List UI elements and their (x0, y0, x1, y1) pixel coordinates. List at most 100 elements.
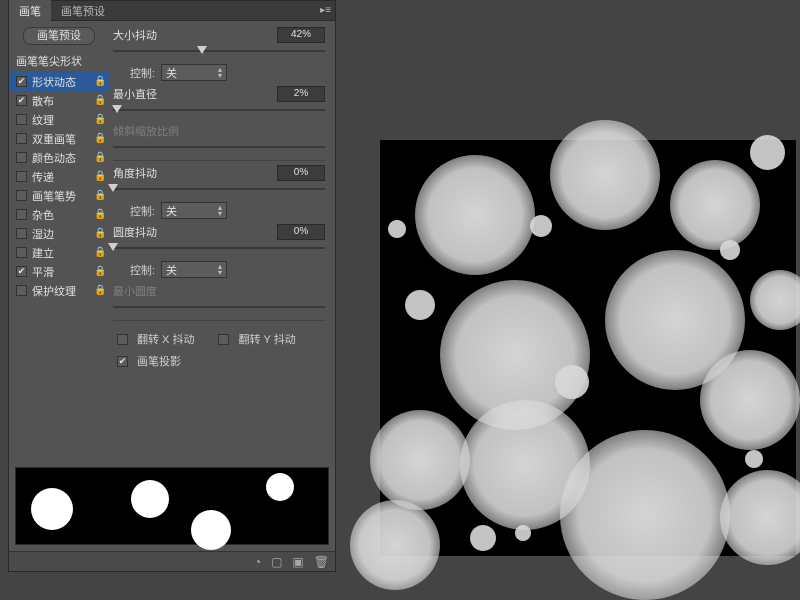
tilt-scale-slider (113, 142, 325, 152)
brush-presets-button[interactable]: 画笔预设 (23, 27, 95, 45)
option-label: 保护纹理 (32, 283, 94, 299)
control-dropdown-2[interactable]: 关 ▴▾ (161, 202, 227, 219)
setting-label: 角度抖动 (113, 165, 277, 181)
option-label: 湿边 (32, 226, 94, 242)
roundness-jitter-value[interactable]: 0% (277, 224, 325, 240)
option-label: 建立 (32, 245, 94, 261)
checkbox-icon[interactable] (16, 247, 27, 258)
dropdown-arrows-icon: ▴▾ (218, 264, 222, 276)
checkbox-icon[interactable] (16, 209, 27, 220)
canvas-preview (380, 140, 796, 556)
option-protect-texture[interactable]: 保护纹理 🔒 (9, 281, 109, 300)
option-label: 双重画笔 (32, 131, 94, 147)
setting-label: 最小直径 (113, 86, 277, 102)
trash-icon[interactable]: 🗑 (314, 555, 329, 569)
lock-icon[interactable]: 🔒 (94, 228, 106, 240)
option-label: 纹理 (32, 112, 94, 128)
dropdown-value: 关 (166, 65, 177, 81)
option-label: 散布 (32, 93, 94, 109)
lock-icon[interactable]: 🔒 (94, 95, 106, 107)
size-jitter-slider[interactable] (113, 46, 325, 56)
size-jitter-value[interactable]: 42% (277, 27, 325, 43)
control-label: 控制: (113, 203, 155, 219)
angle-jitter-setting: 角度抖动 0% (113, 165, 325, 194)
toggle-preview-icon[interactable]: ◔ (254, 555, 261, 569)
lock-icon[interactable]: 🔒 (94, 285, 106, 297)
dropdown-value: 关 (166, 203, 177, 219)
checkbox-icon[interactable] (16, 228, 27, 239)
checkbox-icon[interactable] (16, 266, 27, 277)
checkbox-label: 翻转 Y 抖动 (238, 331, 295, 347)
control-row-2: 控制: 关 ▴▾ (113, 202, 325, 219)
option-shape-dynamics[interactable]: 形状动态 🔒 (9, 72, 109, 91)
checkbox-icon[interactable] (16, 95, 27, 106)
checkbox-icon[interactable] (16, 76, 27, 87)
brush-projection-checkbox[interactable]: 画笔投影 (117, 353, 181, 369)
lock-icon[interactable]: 🔒 (94, 152, 106, 164)
lock-icon[interactable]: 🔒 (94, 247, 106, 259)
option-texture[interactable]: 纹理 🔒 (9, 110, 109, 129)
lock-icon[interactable]: 🔒 (94, 171, 106, 183)
option-noise[interactable]: 杂色 🔒 (9, 205, 109, 224)
min-diameter-value[interactable]: 2% (277, 86, 325, 102)
checkbox-label: 翻转 X 抖动 (137, 331, 194, 347)
lock-icon[interactable]: 🔒 (94, 209, 106, 221)
tab-brush-presets[interactable]: 画笔预设 (51, 0, 115, 22)
checkbox-icon[interactable] (16, 171, 27, 182)
checkbox-icon[interactable] (16, 133, 27, 144)
control-label: 控制: (113, 262, 155, 278)
checkbox-icon[interactable] (16, 190, 27, 201)
option-transfer[interactable]: 传递 🔒 (9, 167, 109, 186)
new-brush-icon[interactable]: ▢ (271, 555, 282, 569)
option-smoothing[interactable]: 平滑 🔒 (9, 262, 109, 281)
setting-label: 倾斜缩放比例 (113, 123, 325, 139)
checkbox-icon[interactable] (16, 152, 27, 163)
option-wet-edges[interactable]: 湿边 🔒 (9, 224, 109, 243)
option-build-up[interactable]: 建立 🔒 (9, 243, 109, 262)
control-dropdown-1[interactable]: 关 ▴▾ (161, 64, 227, 81)
min-roundness-setting: 最小圆度 (113, 283, 325, 312)
option-label: 形状动态 (32, 74, 94, 90)
lock-icon[interactable]: 🔒 (94, 114, 106, 126)
angle-jitter-slider[interactable] (113, 184, 325, 194)
lock-icon[interactable]: 🔒 (94, 133, 106, 145)
checkbox-icon[interactable] (16, 114, 27, 125)
brush-tip-shape-label[interactable]: 画笔笔尖形状 (9, 51, 109, 72)
tilt-scale-setting: 倾斜缩放比例 (113, 123, 325, 152)
option-dual-brush[interactable]: 双重画笔 🔒 (9, 129, 109, 148)
angle-jitter-value[interactable]: 0% (277, 165, 325, 181)
panel-footer: ◔ ▢ ▣ 🗑 (9, 551, 335, 571)
option-label: 传递 (32, 169, 94, 185)
setting-label: 圆度抖动 (113, 224, 277, 240)
flip-x-checkbox[interactable]: 翻转 X 抖动 (117, 331, 194, 347)
brush-panel: 画笔 画笔预设 ▸≡ 画笔预设 画笔笔尖形状 形状动态 🔒 散布 🔒 纹理 🔒 (8, 0, 336, 572)
roundness-jitter-slider[interactable] (113, 243, 325, 253)
lock-icon[interactable]: 🔒 (94, 266, 106, 278)
control-dropdown-3[interactable]: 关 ▴▾ (161, 261, 227, 278)
roundness-jitter-setting: 圆度抖动 0% (113, 224, 325, 253)
min-roundness-slider (113, 302, 325, 312)
panel-menu-icon[interactable]: ▸≡ (316, 5, 335, 16)
option-brush-pose[interactable]: 画笔笔势 🔒 (9, 186, 109, 205)
dropdown-arrows-icon: ▴▾ (218, 67, 222, 79)
checkbox-icon (117, 334, 128, 345)
control-row-3: 控制: 关 ▴▾ (113, 261, 325, 278)
setting-label: 大小抖动 (113, 27, 277, 43)
setting-label: 最小圆度 (113, 283, 325, 299)
dropdown-arrows-icon: ▴▾ (218, 205, 222, 217)
option-label: 杂色 (32, 207, 94, 223)
control-label: 控制: (113, 65, 155, 81)
tab-bar: 画笔 画笔预设 ▸≡ (9, 1, 335, 21)
page-icon[interactable]: ▣ (292, 555, 303, 569)
option-color-dynamics[interactable]: 颜色动态 🔒 (9, 148, 109, 167)
checkbox-icon[interactable] (16, 285, 27, 296)
dropdown-value: 关 (166, 262, 177, 278)
option-label: 画笔笔势 (32, 188, 94, 204)
tab-brush[interactable]: 画笔 (9, 0, 51, 22)
min-diameter-slider[interactable] (113, 105, 325, 115)
lock-icon[interactable]: 🔒 (94, 190, 106, 202)
lock-icon[interactable]: 🔒 (94, 76, 106, 88)
flip-y-checkbox[interactable]: 翻转 Y 抖动 (218, 331, 295, 347)
option-scattering[interactable]: 散布 🔒 (9, 91, 109, 110)
size-jitter-setting: 大小抖动 42% (113, 27, 325, 56)
